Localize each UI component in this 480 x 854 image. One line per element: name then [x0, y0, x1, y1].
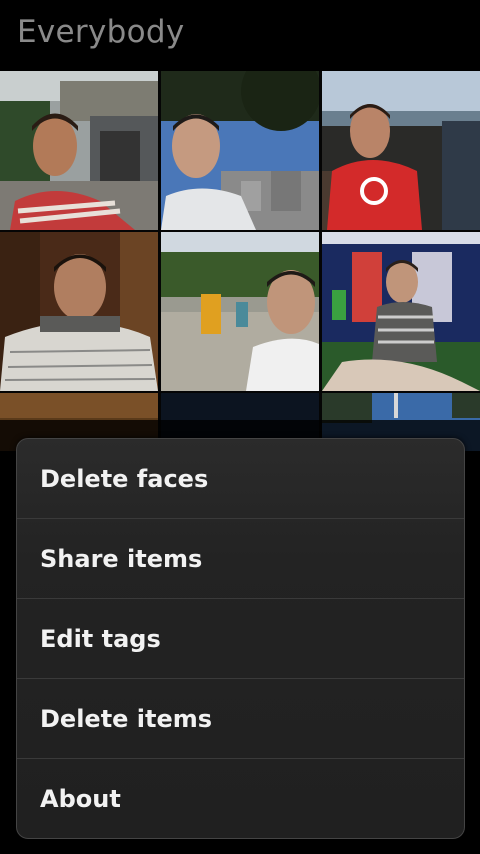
photo-thumbnail-3[interactable]	[322, 71, 480, 230]
menu-item-label: Delete items	[40, 704, 213, 733]
menu-item-about[interactable]: About	[17, 759, 464, 838]
menu-item-delete-faces[interactable]: Delete faces	[17, 439, 464, 519]
photo-thumbnail-4[interactable]	[0, 232, 158, 391]
photo-thumbnail-1[interactable]	[0, 71, 158, 230]
context-menu: Delete faces Share items Edit tags Delet…	[16, 438, 465, 839]
menu-item-label: Edit tags	[40, 624, 161, 653]
menu-item-label: Share items	[40, 544, 203, 573]
menu-item-edit-tags[interactable]: Edit tags	[17, 599, 464, 679]
menu-item-label: About	[40, 784, 121, 813]
photo-thumbnail-5[interactable]	[161, 232, 319, 391]
menu-item-share-items[interactable]: Share items	[17, 519, 464, 599]
menu-item-label: Delete faces	[40, 464, 209, 493]
menu-item-delete-items[interactable]: Delete items	[17, 679, 464, 759]
photo-thumbnail-2[interactable]	[161, 71, 319, 230]
header-bar: Everybody	[0, 0, 480, 71]
photo-thumbnail-6[interactable]	[322, 232, 480, 391]
photo-grid	[0, 71, 480, 451]
page-title: Everybody	[17, 14, 185, 50]
